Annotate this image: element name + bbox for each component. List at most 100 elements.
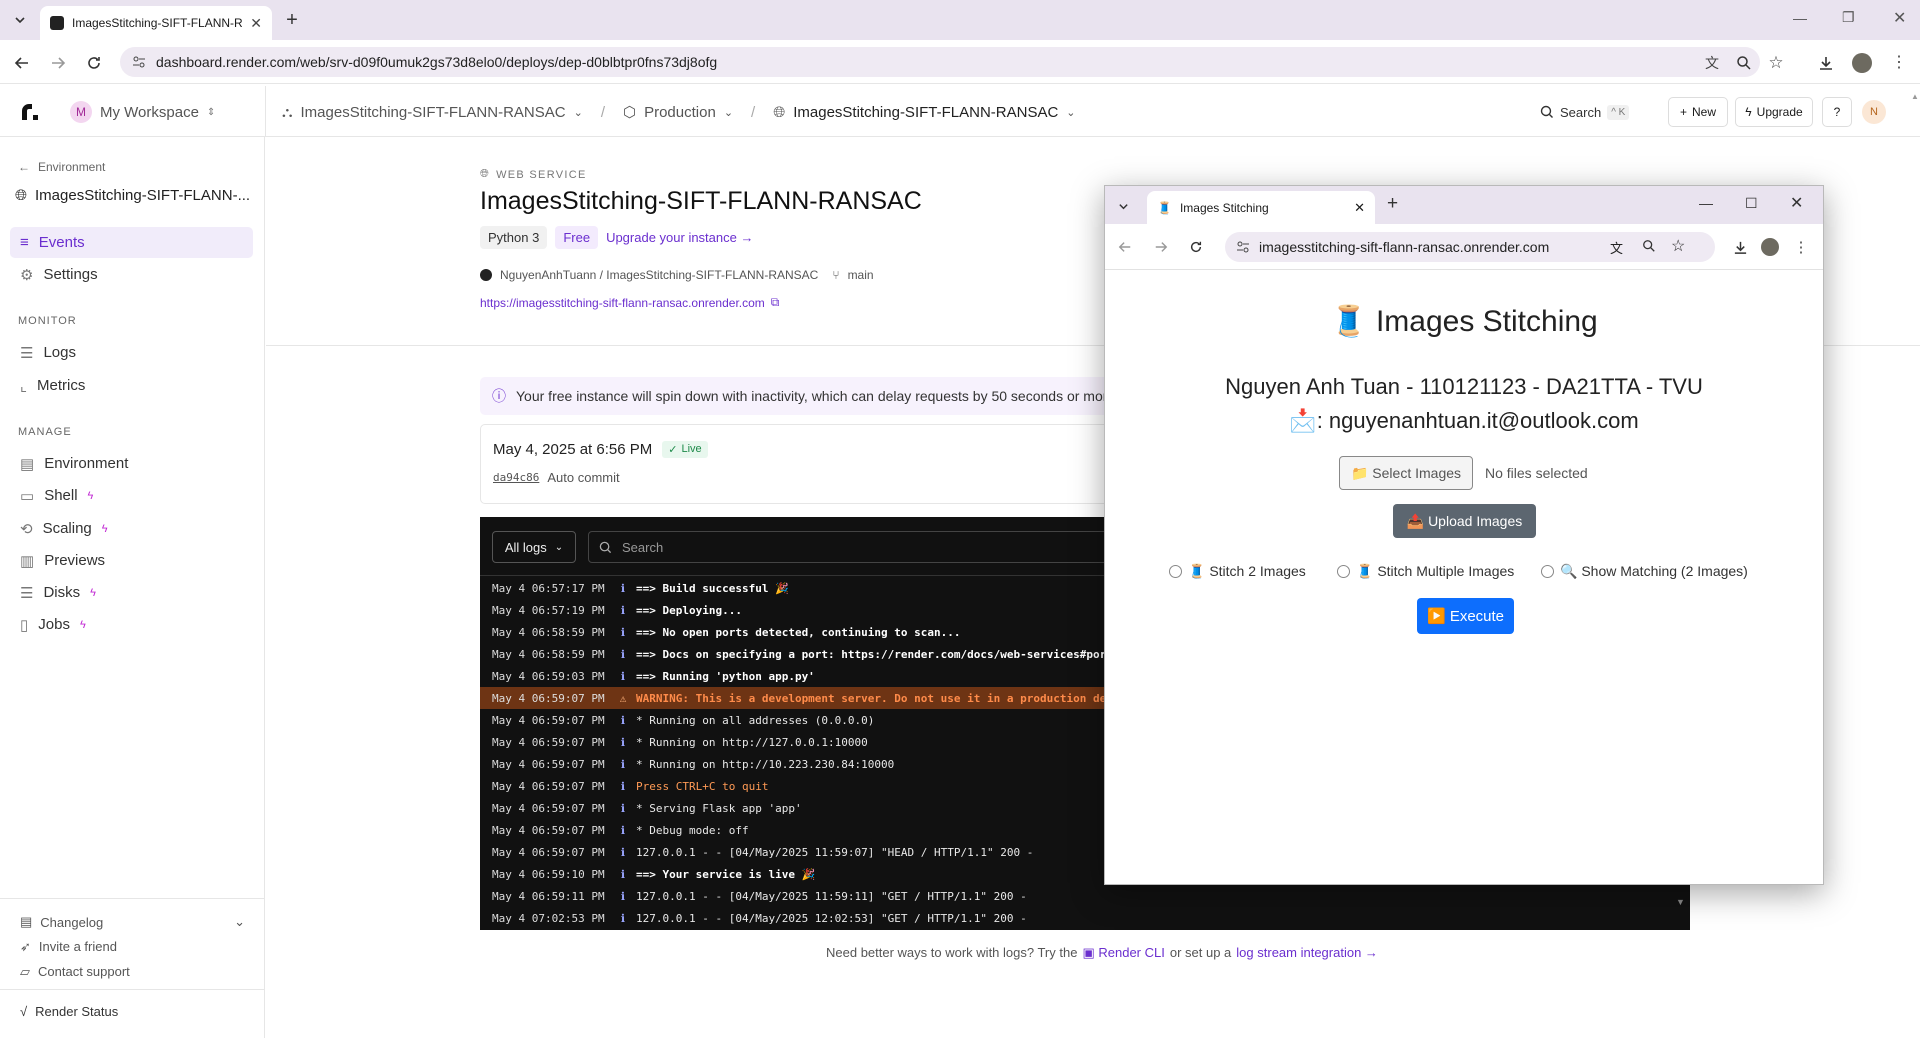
crumb-separator: /	[600, 103, 605, 121]
bookmark-star-icon[interactable]: ☆	[1762, 49, 1790, 77]
minimize-icon[interactable]: —	[1699, 195, 1713, 211]
repo-link[interactable]: NguyenAnhTuann / ImagesStitching-SIFT-FL…	[500, 268, 818, 282]
invite-link[interactable]: ➶ Invite a friend	[20, 939, 117, 955]
popup-tab[interactable]: 🧵 Images Stitching ✕	[1147, 191, 1375, 224]
info-icon: ℹ	[620, 757, 626, 771]
window-close-icon[interactable]: ✕	[1790, 193, 1803, 213]
log-row: May 4 06:59:11 PM ℹ 127.0.0.1 - - [04/May/…	[492, 889, 1027, 903]
browser-tab[interactable]: ImagesStitching-SIFT-FLANN-R ✕	[40, 6, 272, 40]
chart-icon: ⌞	[20, 377, 28, 395]
zoom-icon[interactable]	[1642, 239, 1656, 253]
sidebar-item-label: Previews	[44, 552, 106, 569]
workspace-switcher[interactable]: M My Workspace ⇕	[70, 99, 215, 125]
render-status-link[interactable]: √ Render Status	[20, 1004, 118, 1019]
radio-stitch-2[interactable]	[1169, 565, 1182, 578]
sidebar-item-shell[interactable]: ▭ Shell ϟ	[10, 480, 253, 511]
github-icon	[480, 269, 492, 281]
download-icon[interactable]	[1726, 233, 1754, 261]
forward-icon[interactable]	[1147, 233, 1175, 261]
copy-icon[interactable]: ⧉	[771, 295, 780, 310]
crumb-service[interactable]: ImagesStitching-SIFT-FLANN-RANSAC	[793, 104, 1058, 121]
info-icon: ℹ	[620, 889, 626, 903]
contact-support-link[interactable]: ▱ Contact support	[20, 964, 130, 980]
restore-icon[interactable]: ❐	[1842, 9, 1855, 26]
log-filter-select[interactable]: All logs ⌄	[492, 531, 576, 563]
service-url-link[interactable]: https://imagesstitching-sift-flann-ransa…	[480, 296, 765, 310]
option-stitch-2[interactable]: 🧵 Stitch 2 Images	[1169, 563, 1306, 580]
address-bar[interactable]: dashboard.render.com/web/srv-d09f0umuk2g…	[120, 47, 1760, 77]
chevron-down-icon[interactable]: ⌄	[1066, 106, 1075, 119]
new-tab-icon[interactable]: +	[1387, 193, 1398, 215]
sidebar-service[interactable]: 🌐︎ ImagesStitching-SIFT-FLANN-...	[15, 187, 250, 204]
option-show-matching[interactable]: 🔍 Show Matching (2 Images)	[1541, 563, 1748, 580]
tab-search-chevron-icon[interactable]	[8, 8, 32, 32]
render-logo-icon[interactable]	[20, 102, 40, 122]
commit-hash[interactable]: da94c86	[493, 471, 539, 484]
scroll-down-icon[interactable]: ▼	[1676, 897, 1685, 907]
site-info-icon[interactable]	[1236, 240, 1250, 254]
select-images-button[interactable]: 📁 Select Images	[1339, 456, 1473, 490]
upgrade-button[interactable]: ϟ Upgrade	[1735, 97, 1813, 127]
new-button[interactable]: + New	[1668, 97, 1728, 127]
render-cli-link[interactable]: ▣ Render CLI	[1082, 945, 1164, 961]
maximize-icon[interactable]: ☐	[1745, 195, 1758, 212]
option-stitch-multiple[interactable]: 🧵 Stitch Multiple Images	[1337, 563, 1514, 580]
download-icon[interactable]	[1812, 49, 1840, 77]
translate-icon[interactable]: 文	[1610, 238, 1623, 257]
sidebar-item-environment[interactable]: ▤ Environment	[10, 448, 253, 479]
upgrade-instance-link[interactable]: Upgrade your instance →	[606, 230, 753, 245]
new-tab-icon[interactable]: +	[280, 8, 304, 32]
chevron-down-icon[interactable]: ⌄	[574, 106, 583, 119]
crumb-project[interactable]: ImagesStitching-SIFT-FLANN-RANSAC	[301, 104, 566, 121]
minimize-icon[interactable]: —	[1793, 10, 1807, 26]
scroll-up-icon[interactable]: ▲	[1911, 92, 1919, 101]
reload-icon[interactable]	[1182, 233, 1210, 261]
execute-button[interactable]: ▶️ Execute	[1417, 598, 1514, 634]
info-icon: ℹ	[620, 801, 626, 815]
reload-icon[interactable]	[80, 49, 108, 77]
service-url-row: https://imagesstitching-sift-flann-ransa…	[480, 295, 779, 310]
sidebar-item-settings[interactable]: ⚙ Settings	[10, 259, 253, 290]
sidebar-item-jobs[interactable]: ▯ Jobs ϟ	[10, 609, 253, 640]
manage-heading: MANAGE	[18, 426, 72, 438]
sidebar-item-logs[interactable]: ☰ Logs	[10, 337, 253, 368]
bookmark-star-icon[interactable]: ☆	[1671, 236, 1685, 256]
tab-close-icon[interactable]: ✕	[250, 15, 262, 32]
radio-show-matching[interactable]	[1541, 565, 1554, 578]
translate-icon[interactable]: 文	[1698, 49, 1726, 77]
chevron-down-icon[interactable]: ⌄	[724, 106, 733, 119]
profile-avatar-icon[interactable]	[1756, 233, 1784, 261]
changelog-toggle[interactable]: ▤ Changelog ⌄	[20, 914, 245, 930]
sidebar-item-events[interactable]: ≡ Events	[10, 227, 253, 258]
tab-close-icon[interactable]: ✕	[1354, 200, 1365, 216]
profile-avatar-icon[interactable]	[1848, 49, 1876, 77]
search-icon	[1540, 105, 1553, 118]
sidebar-item-disks[interactable]: ☰ Disks ϟ	[10, 577, 253, 608]
back-icon[interactable]	[1111, 233, 1139, 261]
sidebar-item-previews[interactable]: ▥ Previews	[10, 545, 253, 576]
environment-icon: ⬡	[622, 104, 637, 121]
back-to-environment-link[interactable]: ← Environment	[18, 160, 105, 174]
user-avatar[interactable]: N	[1862, 100, 1886, 124]
forward-icon[interactable]	[44, 49, 72, 77]
upload-images-button[interactable]: 📤 Upload Images	[1393, 504, 1536, 538]
site-info-icon[interactable]	[132, 55, 146, 69]
popup-address-bar[interactable]: imagesstitching-sift-flann-ransac.onrend…	[1225, 232, 1715, 262]
log-stream-link[interactable]: log stream integration →	[1236, 945, 1378, 961]
disk-icon: ☰	[20, 584, 34, 602]
window-close-icon[interactable]: ✕	[1893, 8, 1906, 28]
sidebar-item-scaling[interactable]: ⟲ Scaling ϟ	[10, 513, 253, 544]
tab-search-chevron-icon[interactable]	[1113, 196, 1133, 216]
updown-chevron-icon: ⇕	[206, 106, 216, 118]
crumb-environment[interactable]: Production	[644, 104, 716, 121]
sidebar-item-metrics[interactable]: ⌞ Metrics	[10, 370, 253, 401]
radio-stitch-multiple[interactable]	[1337, 565, 1350, 578]
zoom-icon[interactable]	[1730, 49, 1758, 77]
search-button[interactable]: Search ^ K	[1540, 99, 1630, 125]
browser-menu-icon[interactable]: ⋮	[1787, 233, 1815, 261]
browser-menu-icon[interactable]: ⋮	[1885, 49, 1913, 77]
sidebar-item-label: Environment	[44, 455, 129, 472]
back-icon[interactable]	[8, 49, 36, 77]
search-icon	[599, 541, 612, 553]
help-icon[interactable]: ?	[1822, 97, 1852, 127]
